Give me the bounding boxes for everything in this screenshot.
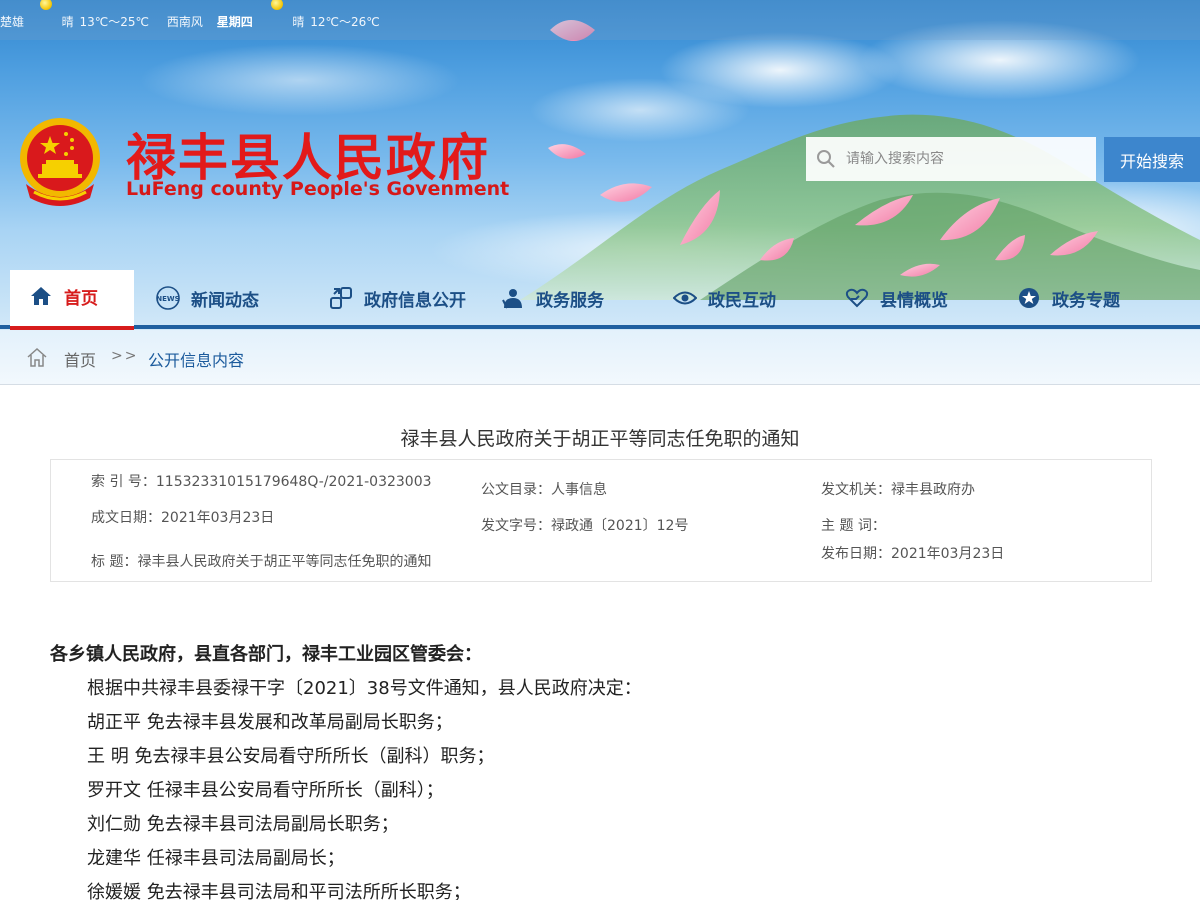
news-icon: NEWS (155, 285, 181, 311)
weather-condition-next: 晴 (292, 15, 305, 29)
article-paragraph: 徐媛媛 免去禄丰县司法局和平司法所所长职务； (87, 882, 471, 900)
article-paragraph: 罗开文 任禄丰县公安局看守所所长（副科）； (87, 780, 444, 801)
breadcrumb: 首页 >> 公开信息内容 (0, 330, 1200, 385)
weather-bar: 楚雄 晴 13℃～25℃ 西南风 星期四 晴 12℃～26℃ (0, 0, 1200, 40)
nav-item-label: 县情概览 (880, 290, 948, 311)
search-icon (806, 137, 846, 181)
article-paragraph: 刘仁勋 免去禄丰县司法局副局长职务； (87, 814, 399, 835)
service-icon (500, 285, 526, 311)
home-outline-icon[interactable] (26, 346, 48, 372)
sunny-icon (39, 0, 52, 10)
eye-icon (672, 285, 698, 311)
weather-wind: 西南风 (166, 15, 203, 29)
article-paragraph: 根据中共禄丰县委禄干字〔2021〕38号文件通知，县人民政府决定： (87, 678, 642, 699)
search-button[interactable]: 开始搜索 (1104, 137, 1200, 182)
weather-weekday: 星期四 (216, 15, 253, 29)
meta-published-date: 发布日期：2021年03月23日 (821, 546, 1005, 562)
meta-issuer: 发文机关：禄丰县政府办 (821, 482, 975, 498)
site-subtitle: LuFeng county People's Govenment (126, 178, 510, 200)
nav-item-interaction[interactable]: 政民互动 (672, 270, 776, 326)
main-nav: 首页 NEWS 新闻动态 政府信息公开 政务服务 政民互动 县情概览 政务专题 (0, 270, 1200, 330)
nav-item-home[interactable]: 首页 (10, 270, 134, 330)
national-emblem-logo[interactable] (14, 114, 106, 212)
star-icon (1016, 285, 1042, 311)
weather-condition-today: 晴 (61, 15, 74, 29)
search-box (806, 137, 1096, 181)
nav-item-gov-info[interactable]: 政府信息公开 (328, 270, 466, 326)
nav-item-label: 政务专题 (1052, 290, 1120, 311)
meta-keywords: 主 题 词： (821, 518, 886, 534)
weather-city: 楚雄 (0, 15, 25, 29)
article-title: 禄丰县人民政府关于胡正平等同志任免职的通知 (400, 428, 800, 450)
article-greeting: 各乡镇人民政府，县直各部门，禄丰工业园区管委会： (50, 644, 482, 665)
svg-text:NEWS: NEWS (156, 295, 179, 303)
nav-item-services[interactable]: 政务服务 (500, 270, 604, 326)
meta-index-number: 索 引 号：11532331015179648Q-/2021-0323003 (91, 474, 432, 490)
nav-item-topics[interactable]: 政务专题 (1016, 270, 1120, 326)
heart-hand-icon (844, 285, 870, 311)
weather-temp-next: 12℃～26℃ (310, 15, 380, 29)
nav-item-news[interactable]: NEWS 新闻动态 (155, 270, 259, 326)
home-icon (28, 283, 54, 309)
article-body: 各乡镇人民政府，县直各部门，禄丰工业园区管委会： 根据中共禄丰县委禄干字〔202… (50, 638, 1150, 900)
nav-item-label: 政务服务 (536, 290, 604, 311)
nav-item-label: 新闻动态 (191, 290, 259, 311)
nav-item-overview[interactable]: 县情概览 (844, 270, 948, 326)
meta-doc-number: 发文字号：禄政通〔2021〕12号 (481, 518, 689, 534)
breadcrumb-current[interactable]: 公开信息内容 (148, 347, 244, 371)
article-paragraph: 王 明 免去禄丰县公安局看守所所长（副科）职务； (87, 746, 495, 767)
search-input[interactable] (846, 151, 1086, 167)
article-paragraph: 胡正平 免去禄丰县发展和改革局副局长职务； (87, 712, 453, 733)
nav-item-label: 政府信息公开 (364, 290, 466, 311)
meta-created-date: 成文日期：2021年03月23日 (91, 510, 275, 526)
share-icon (328, 285, 354, 311)
nav-item-label: 首页 (64, 288, 98, 309)
document-metadata: 索 引 号：11532331015179648Q-/2021-0323003 公… (50, 459, 1152, 582)
nav-item-label: 政民互动 (708, 290, 776, 311)
meta-catalog: 公文目录：人事信息 (481, 482, 607, 498)
breadcrumb-separator: >> (111, 348, 139, 364)
sunny-icon (270, 0, 283, 10)
breadcrumb-home-link[interactable]: 首页 (64, 347, 96, 371)
article-paragraph: 龙建华 任禄丰县司法局副局长； (87, 848, 345, 869)
meta-subject: 标 题：禄丰县人民政府关于胡正平等同志任免职的通知 (91, 554, 432, 570)
weather-temp-today: 13℃～25℃ (79, 15, 150, 29)
